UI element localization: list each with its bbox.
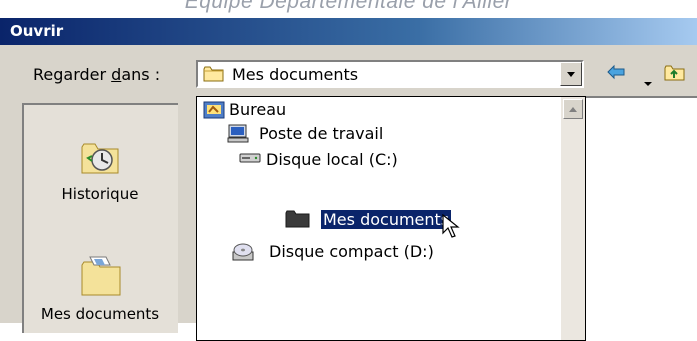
file-list-pane <box>586 96 697 341</box>
up-folder-icon[interactable] <box>664 64 686 86</box>
places-label-my-documents: Mes documents <box>40 305 160 323</box>
page-caption-text: Equipe Départementale de l'Allier <box>184 0 513 13</box>
places-bar: Historique Mes documents <box>22 103 178 333</box>
chevron-up-icon <box>569 107 577 112</box>
dialog-title: Ouvrir <box>10 22 64 40</box>
page-caption: Equipe Départementale de l'Allier <box>0 0 697 18</box>
combo-dropdown-button[interactable] <box>560 62 582 86</box>
look-in-label-accel: d <box>111 65 122 84</box>
look-in-value: Mes documents <box>232 65 359 84</box>
folder-icon <box>285 210 311 232</box>
mouse-cursor-icon <box>442 213 460 244</box>
look-in-label-start: Regarder <box>33 65 112 84</box>
dropdown-item-label: Bureau <box>229 100 287 119</box>
chevron-down-icon <box>567 72 575 77</box>
look-in-combobox[interactable]: Mes documents <box>196 60 584 88</box>
places-item-history[interactable] <box>24 139 176 181</box>
look-in-label-end: ans : <box>121 65 161 84</box>
dropdown-item-label-selected: Mes documents <box>319 209 453 230</box>
title-bar: Ouvrir <box>0 18 697 45</box>
history-icon <box>78 143 122 181</box>
computer-icon <box>227 124 249 148</box>
dropdown-scrollbar[interactable] <box>561 97 585 340</box>
look-in-dropdown-list: Bureau Poste de travail Disque local (C:… <box>196 96 586 341</box>
places-label-history: Historique <box>61 185 139 203</box>
open-dialog: Ouvrir Regarder dans : Mes documents His… <box>0 18 697 341</box>
back-arrow-icon[interactable] <box>606 64 626 84</box>
scroll-up-button[interactable] <box>563 99 583 119</box>
hard-drive-icon <box>239 150 261 170</box>
cd-drive-icon <box>231 242 255 268</box>
dropdown-item-label: Disque local (C:) <box>266 150 398 169</box>
dropdown-arrow-icon[interactable] <box>643 72 653 91</box>
places-item-my-documents[interactable] <box>24 253 176 301</box>
desktop-icon <box>203 100 225 124</box>
folder-icon <box>203 65 225 87</box>
my-documents-icon <box>76 256 124 301</box>
look-in-label: Regarder dans : <box>33 65 160 84</box>
dropdown-item-label: Poste de travail <box>259 124 384 143</box>
dropdown-item-label: Disque compact (D:) <box>269 242 434 261</box>
